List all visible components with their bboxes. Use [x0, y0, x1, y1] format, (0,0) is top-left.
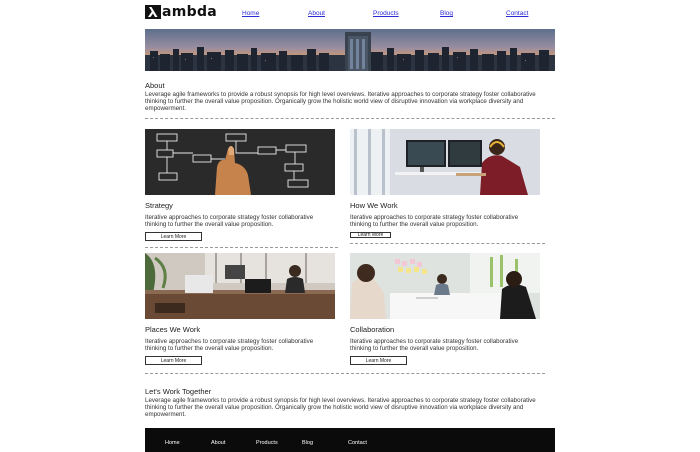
collaboration-image [350, 253, 540, 319]
logo[interactable]: ambda [145, 4, 217, 20]
together-title: Let's Work Together [145, 387, 212, 396]
footer: Home About Products Blog Contact [145, 428, 555, 452]
footer-nav-products[interactable]: Products [256, 440, 278, 446]
card-strategy: Strategy Iterative approaches to corpora… [145, 129, 335, 228]
places-we-work-image [145, 253, 335, 319]
strategy-learn-more-button[interactable]: Learn More [145, 232, 202, 241]
hero-image [145, 29, 555, 71]
footer-nav-about[interactable]: About [211, 440, 225, 446]
places-we-work-learn-more-button[interactable]: Learn More [145, 356, 202, 365]
how-we-work-image [350, 129, 540, 195]
about-text: Leverage agile frameworks to provide a r… [145, 91, 536, 113]
collaboration-learn-more-button[interactable]: Learn More [350, 356, 407, 365]
card-title: Places We Work [145, 325, 201, 334]
divider [145, 373, 545, 374]
nav-about[interactable]: About [308, 10, 325, 17]
how-we-work-learn-more-button[interactable]: Learn More [350, 232, 391, 238]
nav-products[interactable]: Products [373, 10, 399, 17]
footer-nav-contact[interactable]: Contact [348, 440, 367, 446]
nav-contact[interactable]: Contact [506, 10, 528, 17]
card-text: Iterative approaches to corporate strate… [350, 338, 519, 353]
lambda-icon [145, 5, 161, 19]
divider [145, 118, 555, 119]
about-title: About [145, 81, 165, 90]
nav-home[interactable]: Home [242, 10, 259, 17]
card-text: Iterative approaches to corporate strate… [145, 338, 314, 353]
card-how-we-work: How We Work Iterative approaches to corp… [350, 129, 540, 228]
page: ambda Home About Products Blog Contact A… [145, 0, 555, 452]
card-title: How We Work [350, 201, 398, 210]
card-title: Strategy [145, 201, 173, 210]
together-text: Leverage agile frameworks to provide a r… [145, 397, 536, 419]
divider [350, 243, 545, 244]
card-title: Collaboration [350, 325, 395, 334]
logo-text: ambda [162, 4, 218, 20]
card-collaboration: Collaboration Iterative approaches to co… [350, 253, 540, 352]
strategy-image [145, 129, 335, 195]
footer-nav-blog[interactable]: Blog [302, 440, 313, 446]
footer-nav-home[interactable]: Home [165, 440, 180, 446]
card-places-we-work: Places We Work Iterative approaches to c… [145, 253, 335, 352]
divider [145, 247, 338, 248]
nav-blog[interactable]: Blog [440, 10, 453, 17]
card-text: Iterative approaches to corporate strate… [145, 214, 314, 229]
card-text: Iterative approaches to corporate strate… [350, 214, 519, 229]
